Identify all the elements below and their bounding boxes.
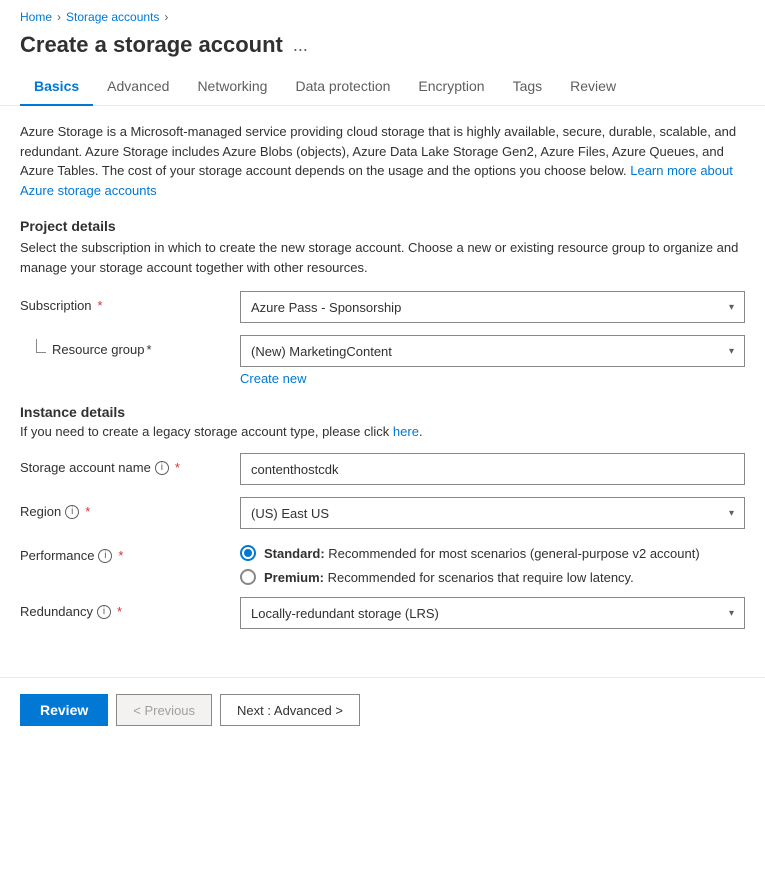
storage-name-required: *	[175, 460, 180, 475]
subscription-value: Azure Pass - Sponsorship	[251, 300, 401, 315]
region-required: *	[85, 504, 90, 519]
region-dropdown[interactable]: (US) East US ▾	[240, 497, 745, 529]
ellipsis-button[interactable]: ...	[293, 35, 308, 56]
region-value: (US) East US	[251, 506, 329, 521]
performance-required: *	[118, 548, 123, 563]
breadcrumb-sep-2: ›	[164, 10, 168, 24]
performance-premium-radio[interactable]	[240, 569, 256, 585]
redundancy-value: Locally-redundant storage (LRS)	[251, 606, 439, 621]
subscription-label: Subscription *	[20, 291, 240, 313]
review-button[interactable]: Review	[20, 694, 108, 726]
subscription-chevron-icon: ▾	[729, 302, 734, 313]
performance-standard-option[interactable]: Standard: Recommended for most scenarios…	[240, 545, 745, 561]
tab-data-protection[interactable]: Data protection	[281, 70, 404, 106]
page-header: Create a storage account ...	[0, 28, 765, 70]
legacy-text: If you need to create a legacy storage a…	[20, 424, 745, 439]
performance-premium-label: Premium: Recommended for scenarios that …	[264, 570, 634, 585]
redundancy-row: Redundancy i * Locally-redundant storage…	[20, 597, 745, 629]
performance-standard-label: Standard: Recommended for most scenarios…	[264, 546, 700, 561]
region-row: Region i * (US) East US ▾	[20, 497, 745, 529]
tab-bar: Basics Advanced Networking Data protecti…	[0, 70, 765, 106]
legacy-link[interactable]: here	[393, 424, 419, 439]
tab-networking[interactable]: Networking	[183, 70, 281, 106]
resource-group-value: (New) MarketingContent	[251, 344, 392, 359]
resource-group-label: Resource group *	[20, 335, 240, 357]
instance-details-title: Instance details	[20, 404, 745, 420]
tab-basics[interactable]: Basics	[20, 70, 93, 106]
subscription-dropdown[interactable]: Azure Pass - Sponsorship ▾	[240, 291, 745, 323]
storage-name-control	[240, 453, 745, 485]
subscription-control: Azure Pass - Sponsorship ▾	[240, 291, 745, 323]
redundancy-control: Locally-redundant storage (LRS) ▾	[240, 597, 745, 629]
region-info-icon[interactable]: i	[65, 505, 79, 519]
redundancy-label: Redundancy i *	[20, 597, 240, 619]
resource-group-chevron-icon: ▾	[729, 346, 734, 357]
storage-name-row: Storage account name i *	[20, 453, 745, 485]
create-new-link[interactable]: Create new	[240, 371, 745, 386]
performance-premium-option[interactable]: Premium: Recommended for scenarios that …	[240, 569, 745, 585]
tab-encryption[interactable]: Encryption	[404, 70, 498, 106]
footer: Review < Previous Next : Advanced >	[0, 678, 765, 742]
resource-group-required: *	[147, 342, 152, 357]
redundancy-dropdown[interactable]: Locally-redundant storage (LRS) ▾	[240, 597, 745, 629]
previous-button[interactable]: < Previous	[116, 694, 212, 726]
tab-advanced[interactable]: Advanced	[93, 70, 183, 106]
performance-radio-group: Standard: Recommended for most scenarios…	[240, 541, 745, 585]
service-description: Azure Storage is a Microsoft-managed ser…	[20, 122, 745, 200]
redundancy-chevron-icon: ▾	[729, 608, 734, 619]
performance-standard-radio[interactable]	[240, 545, 256, 561]
tab-review[interactable]: Review	[556, 70, 630, 106]
region-label: Region i *	[20, 497, 240, 519]
storage-name-info-icon[interactable]: i	[155, 461, 169, 475]
resource-group-dropdown[interactable]: (New) MarketingContent ▾	[240, 335, 745, 367]
subscription-required: *	[98, 298, 103, 313]
region-control: (US) East US ▾	[240, 497, 745, 529]
breadcrumb-storage-accounts[interactable]: Storage accounts	[66, 10, 159, 24]
tab-tags[interactable]: Tags	[499, 70, 557, 106]
resource-group-control: (New) MarketingContent ▾	[240, 335, 745, 367]
resource-group-row: Resource group * (New) MarketingContent …	[20, 335, 745, 367]
performance-info-icon[interactable]: i	[98, 549, 112, 563]
storage-name-label: Storage account name i *	[20, 453, 240, 475]
breadcrumb: Home › Storage accounts ›	[0, 0, 765, 28]
next-button[interactable]: Next : Advanced >	[220, 694, 360, 726]
region-chevron-icon: ▾	[729, 508, 734, 519]
performance-row: Performance i * Standard: Recommended fo…	[20, 541, 745, 585]
redundancy-required: *	[117, 604, 122, 619]
breadcrumb-sep-1: ›	[57, 10, 61, 24]
project-details-title: Project details	[20, 218, 745, 234]
breadcrumb-home[interactable]: Home	[20, 10, 52, 24]
page-title: Create a storage account	[20, 32, 283, 58]
performance-control: Standard: Recommended for most scenarios…	[240, 541, 745, 585]
project-details-desc: Select the subscription in which to crea…	[20, 238, 745, 277]
subscription-row: Subscription * Azure Pass - Sponsorship …	[20, 291, 745, 323]
performance-label: Performance i *	[20, 541, 240, 563]
storage-name-input[interactable]	[240, 453, 745, 485]
redundancy-info-icon[interactable]: i	[97, 605, 111, 619]
main-content: Azure Storage is a Microsoft-managed ser…	[0, 106, 765, 657]
indent-corner	[36, 339, 46, 353]
